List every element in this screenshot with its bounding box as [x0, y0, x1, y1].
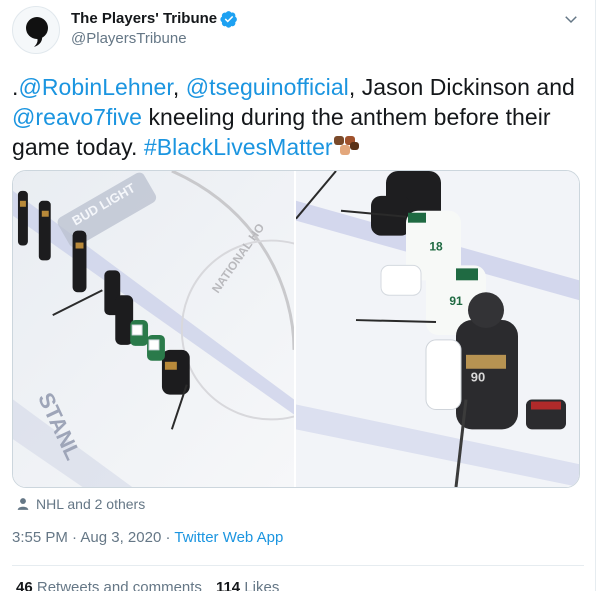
- meta-separator: ·: [67, 529, 81, 546]
- stats-divider: [12, 565, 584, 566]
- tweet-date[interactable]: Aug 3, 2020: [80, 529, 161, 546]
- author-avatar[interactable]: [12, 6, 60, 54]
- photo-players-on-ice[interactable]: BUD LIGHT NATIONAL HO STANL: [13, 171, 296, 487]
- mention-link[interactable]: @RobinLehner: [18, 74, 172, 100]
- likes-label: Likes: [244, 579, 280, 591]
- likes-count: 114: [215, 579, 241, 591]
- photo-players-kneeling[interactable]: 18 91 90: [296, 171, 579, 487]
- tagged-users[interactable]: NHL and 2 others: [16, 494, 145, 514]
- meta-separator: ·: [161, 529, 175, 546]
- tweet-source-link[interactable]: Twitter Web App: [174, 529, 283, 546]
- person-icon: [17, 498, 29, 510]
- hashtag-link[interactable]: #BlackLivesMatter: [144, 134, 333, 160]
- timeline-border: [595, 0, 596, 591]
- retweets-count: 46: [16, 579, 33, 591]
- tweet-time[interactable]: 3:55 PM: [12, 529, 68, 546]
- mention-link[interactable]: @tseguinofficial: [186, 74, 349, 100]
- raised-fists-emoji: [333, 136, 359, 155]
- jersey-number: 18: [429, 240, 443, 254]
- author-names: The Players' Tribune @PlayersTribune: [71, 9, 238, 49]
- jersey-number: 91: [449, 294, 463, 308]
- verified-badge-icon: [220, 11, 237, 28]
- tweet-metadata: 3:55 PM · Aug 3, 2020 · Twitter Web App: [12, 528, 283, 548]
- quote-mark-icon: [26, 17, 48, 47]
- display-name-text: The Players' Tribune: [71, 10, 218, 27]
- retweets-stat[interactable]: 46 Retweets and comments: [16, 579, 202, 591]
- author-display-name[interactable]: The Players' Tribune: [71, 9, 238, 29]
- jersey-number: 90: [471, 370, 485, 385]
- kneeling-players-photo: 18 91 90: [296, 171, 579, 487]
- tweet-text-segment: ,: [172, 74, 186, 100]
- mention-link[interactable]: @reavo7five: [12, 104, 142, 130]
- author-handle[interactable]: @PlayersTribune: [71, 29, 238, 49]
- tweet-text-segment: , Jason Dickinson and: [348, 74, 575, 100]
- tweet-text: .@RobinLehner, @tseguinofficial, Jason D…: [12, 72, 582, 162]
- tweet-stats: 46 Retweets and comments 114 Likes: [16, 578, 279, 591]
- chevron-down-icon[interactable]: [562, 10, 580, 28]
- likes-stat[interactable]: 114 Likes: [216, 579, 279, 591]
- tweet-header: The Players' Tribune @PlayersTribune: [12, 6, 584, 54]
- retweets-label: Retweets and comments: [36, 579, 202, 591]
- ice-rink-photo: BUD LIGHT NATIONAL HO STANL: [13, 171, 294, 487]
- tagged-users-text: NHL and 2 others: [36, 496, 146, 512]
- tweet-media: BUD LIGHT NATIONAL HO STANL 18 91 90: [12, 170, 580, 488]
